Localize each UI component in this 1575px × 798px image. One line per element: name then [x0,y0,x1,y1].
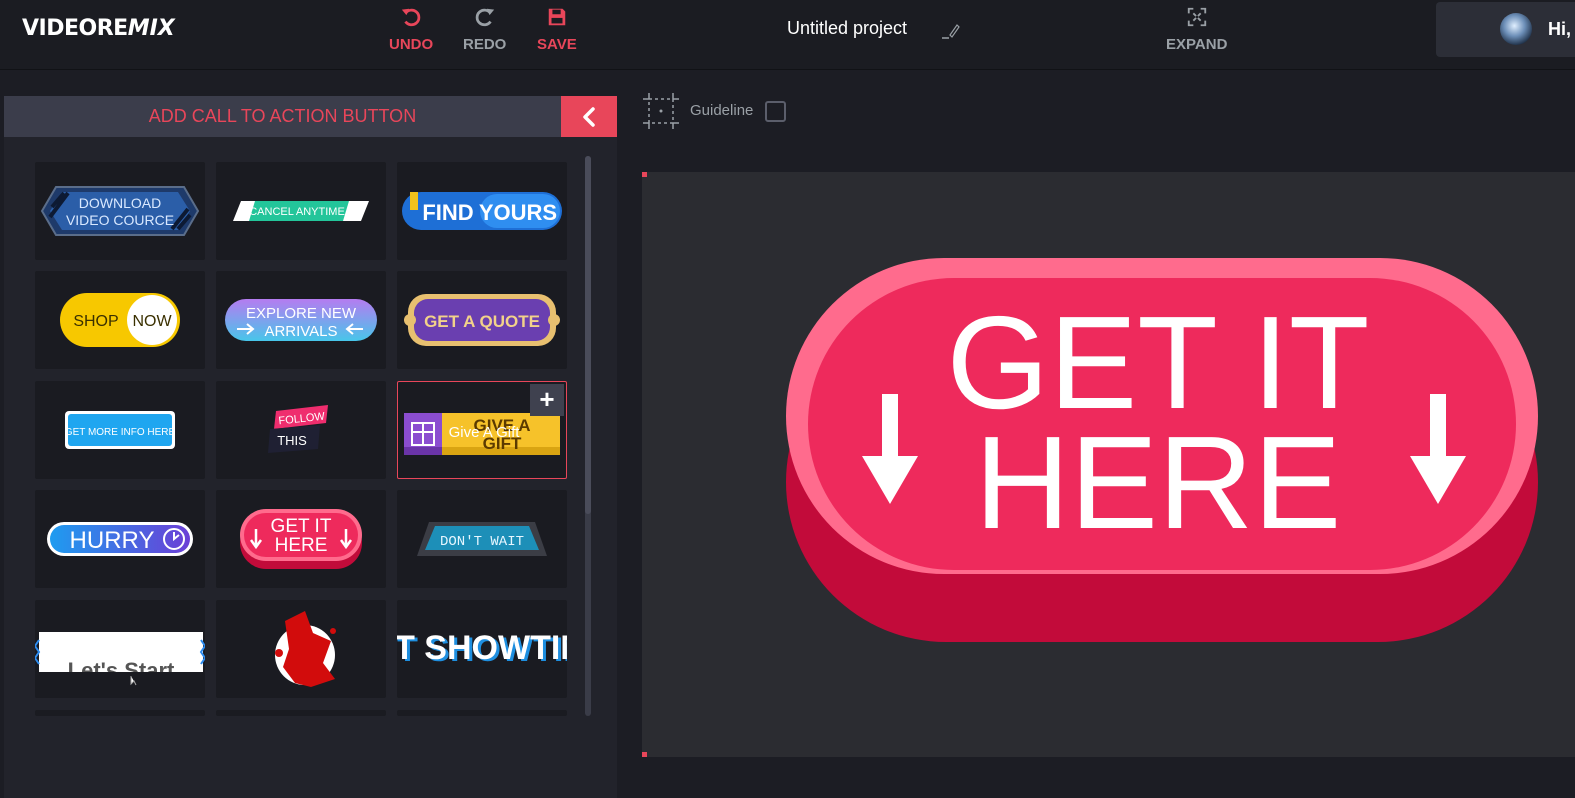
cta-tile-explore-new-arrivals[interactable]: EXPLORE NEW ARRIVALS [216,271,386,369]
tile-text: HURRY [70,527,155,554]
cta-tile-partial[interactable] [35,710,205,716]
cta-tile-partial[interactable] [397,710,567,716]
panel-scrollbar[interactable] [585,156,591,716]
user-greeting: Hi, [1548,19,1572,39]
tile-hover-label: Give A Gift [449,424,521,441]
save-button[interactable]: SAVE [537,6,577,53]
videoremix-logo[interactable]: VIDEOREMIX [22,16,175,41]
tile-text: GET A QUOTE [424,312,540,331]
cta-tile-give-a-gift[interactable]: GIVE A GIFT Give A Gift + [397,381,567,479]
cta-tile-showtime[interactable]: ET SHOWTIM ET SHOWTIM [397,600,567,698]
cta-tile-lets-start[interactable]: Let's Start [35,600,205,698]
preview-text-line2: HERE [975,409,1342,556]
cta-tile-follow-this[interactable]: FOLLOW THIS [216,381,386,479]
cta-tile-download-video[interactable]: DOWNLOAD VIDEO COURCE [35,162,205,260]
pencil-icon[interactable] [940,20,960,40]
undo-icon [401,8,421,27]
add-cta-button[interactable]: + [530,384,564,416]
guideline-checkbox[interactable] [765,101,786,122]
cta-tile-partial[interactable] [216,710,386,716]
tile-text: SHOP [73,313,118,330]
tile-text: FIND [422,200,473,225]
guideline-label: Guideline [690,102,754,119]
canvas-handle[interactable] [642,752,647,757]
cta-panel: ADD CALL TO ACTION BUTTON DOWNLOAD VIDEO… [4,96,617,798]
cta-tile-dont-wait[interactable]: DON'T WAIT [397,490,567,588]
tile-text: GET IT [271,516,332,537]
cta-tile-get-it-here[interactable]: GET IT HERE [216,490,386,588]
collapse-panel-button[interactable] [561,96,617,137]
cta-tile-shop-now[interactable]: SHOP NOW [35,271,205,369]
undo-label: UNDO [389,36,434,53]
tile-text: NOW [132,313,172,330]
tile-text: VIDEO COURCE [66,212,174,228]
redo-icon [475,8,494,27]
save-icon [548,8,566,26]
top-bar: VIDEOREMIX UNDO REDO SAVE Untitled proje… [0,0,1575,70]
expand-button[interactable]: EXPAND [1166,6,1227,53]
tile-text: DOWNLOAD [79,195,161,211]
redo-label: REDO [463,36,507,53]
panel-title: ADD CALL TO ACTION BUTTON [148,106,417,126]
tile-text: YOURS [479,200,557,225]
tile-text: ET SHOWTIM [397,629,567,667]
cta-preview[interactable]: GET IT HERE [642,172,1575,757]
chevron-left-icon [583,106,595,127]
tile-text: CANCEL ANYTIME [249,206,345,218]
cta-tile-get-more-info[interactable]: GET MORE INFO HERE [35,381,205,479]
tile-text: ARRIVALS [264,323,337,340]
cta-tile-red-splash[interactable] [216,600,386,698]
preview-canvas[interactable]: GET IT HERE [642,172,1575,757]
panel-header: ADD CALL TO ACTION BUTTON [4,96,617,137]
tile-text: GET MORE INFO HERE [65,427,176,438]
tile-text: EXPLORE NEW [246,305,357,322]
tile-text: THIS [277,433,307,448]
cta-tile-cancel-anytime[interactable]: CANCEL ANYTIME [216,162,386,260]
project-title[interactable]: Untitled project [787,18,907,39]
guideline-icon [643,93,679,129]
expand-label: EXPAND [1166,36,1228,53]
tile-text: HERE [275,535,328,556]
canvas-handle[interactable] [642,172,647,177]
save-label: SAVE [537,36,577,53]
undo-button[interactable]: UNDO [389,6,433,53]
tile-text: DON'T WAIT [440,534,524,550]
user-menu[interactable]: Hi, [1436,2,1575,57]
cta-tile-hurry[interactable]: HURRY [35,490,205,588]
cta-tile-get-a-quote[interactable]: GET A QUOTE [397,271,567,369]
cta-tile-find-yours[interactable]: FIND YOURS [397,162,567,260]
scroll-thumb[interactable] [585,156,591,514]
expand-icon [1187,7,1206,27]
avatar [1500,13,1532,45]
redo-button[interactable]: REDO [463,6,506,53]
